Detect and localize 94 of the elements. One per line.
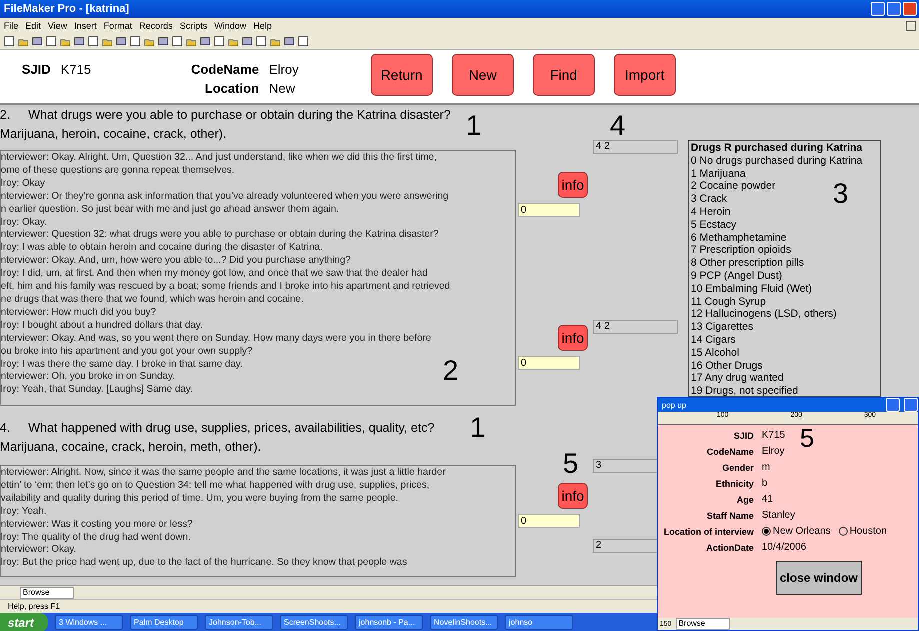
field-value: b <box>762 478 768 489</box>
field-value: Stanley <box>762 510 796 521</box>
field-label: SJID <box>734 430 754 440</box>
toolbar-icon[interactable] <box>74 36 85 46</box>
field-value: Elroy <box>269 62 299 77</box>
window-title: FileMaker Pro - [katrina] <box>4 3 130 15</box>
question-text: What drugs were you able to purchase or obtain during the Katrina disaster? <box>28 108 451 122</box>
toolbar-icon[interactable] <box>256 36 267 46</box>
toolbar-icon[interactable] <box>46 36 57 46</box>
field-value: K715 <box>60 62 92 77</box>
toolbar-icon[interactable] <box>214 36 225 46</box>
annotation-number: 2 <box>443 357 459 385</box>
answer-field[interactable]: 4 2 <box>593 140 678 154</box>
action-button[interactable]: Return <box>370 54 433 96</box>
menu-item[interactable]: Help <box>253 20 272 30</box>
start-button[interactable]: start <box>0 613 48 631</box>
toolbar-icon[interactable] <box>158 36 169 46</box>
toolbar-icon[interactable] <box>242 36 253 46</box>
field-label: CodeName <box>191 62 260 77</box>
menu-item[interactable]: View <box>48 20 68 30</box>
toolbar-icon[interactable] <box>298 36 309 46</box>
toolbar-icon[interactable] <box>116 36 127 46</box>
taskbar-button[interactable]: NovelinShoots... <box>430 615 498 630</box>
toolbar-icon[interactable] <box>200 36 211 46</box>
field-label: Gender <box>722 462 754 472</box>
code-field[interactable]: 0 <box>518 356 580 370</box>
code-field[interactable]: 0 <box>518 514 580 528</box>
menu-item[interactable]: Window <box>214 20 246 30</box>
field-value: Elroy <box>762 446 785 457</box>
field-value: K715 <box>762 430 786 441</box>
field-value: 10/4/2006 <box>762 542 806 553</box>
radio-option[interactable]: New Orleans <box>762 526 831 537</box>
toolbar-icon[interactable] <box>172 36 183 46</box>
taskbar-button[interactable]: johnsonb - Pa... <box>355 615 424 630</box>
mode-dropdown[interactable]: Browse <box>20 586 74 598</box>
menu-item[interactable]: Scripts <box>180 20 208 30</box>
toolbar-icon[interactable] <box>4 36 15 46</box>
question-subtext: Marijuana, heroin, cocaine, crack, other). <box>0 126 226 143</box>
toolbar-icon[interactable] <box>88 36 99 46</box>
question-text: What happened with drug use, supplies, prices, availabilities, quality, etc? <box>28 421 435 435</box>
field-label: CodeName <box>706 446 754 456</box>
restore-button[interactable] <box>906 20 916 30</box>
annotation-number: 5 <box>800 425 814 451</box>
radio-icon[interactable] <box>838 527 848 536</box>
toolbar-icon[interactable] <box>32 36 43 46</box>
field-label: Ethnicity <box>716 478 754 488</box>
popup-title: pop up <box>662 400 688 410</box>
menu-item[interactable]: Insert <box>74 20 97 30</box>
close-button[interactable] <box>903 2 917 16</box>
annotation-number: 3 <box>833 180 849 208</box>
field-value: 41 <box>762 494 774 505</box>
question-subtext: Marijuana, cocaine, crack, heroin, meth, other). <box>0 439 262 456</box>
maximize-button[interactable] <box>887 2 901 16</box>
action-button[interactable]: New <box>452 54 514 96</box>
taskbar-button[interactable]: ScreenShoots... <box>280 615 348 630</box>
field-label: Location of interview <box>664 526 754 536</box>
taskbar-button[interactable]: Johnson-Tob... <box>205 615 274 630</box>
menu-item[interactable]: Edit <box>26 20 42 30</box>
taskbar-button[interactable]: Palm Desktop <box>130 615 198 630</box>
minimize-button[interactable] <box>871 2 885 16</box>
menu-item[interactable]: Records <box>139 20 173 30</box>
answer-field[interactable]: 4 2 <box>593 320 678 334</box>
taskbar-button[interactable]: 3 Windows ... <box>55 615 124 630</box>
field-value: New <box>269 81 296 96</box>
field-label: Location <box>204 81 260 96</box>
radio-icon[interactable] <box>762 527 771 536</box>
transcript-field[interactable]: nterviewer: Alright. Now, since it was the same people and the same locations, it was just a little harder ettin’ to ‘em; then let’s go on to Question 34: tell me what happened with drug use, supplies, prices, vailability and quality during this period of time. Um, you were buying from the same people. lroy: Yeah. nterviewer: Was it costing you more or less? lroy: The quality of the drug had went down. nterviewer: Okay. lroy: But the price had went up, due to the fact of the hurricane. So they know that people was <box>0 465 516 577</box>
annotation-number: 1 <box>466 112 482 140</box>
close-window-button[interactable]: close window <box>776 561 862 595</box>
toolbar-icon[interactable] <box>284 36 295 46</box>
minimize-button[interactable] <box>886 398 900 412</box>
info-button[interactable]: info <box>558 325 588 351</box>
question-number: 4. <box>0 421 10 435</box>
field-label: Staff Name <box>706 510 754 520</box>
annotation-number: 5 <box>563 450 579 478</box>
field-label: ActionDate <box>706 542 754 552</box>
maximize-button[interactable] <box>904 398 918 412</box>
toolbar-icon[interactable] <box>130 36 141 46</box>
annotation-number: 1 <box>470 414 486 442</box>
field-value: m <box>762 462 770 473</box>
menu-item[interactable]: File <box>4 20 19 30</box>
info-button[interactable]: info <box>558 483 588 509</box>
taskbar-button[interactable]: johnso <box>505 615 574 630</box>
question-number: 2. <box>0 108 10 122</box>
info-button[interactable]: info <box>558 172 588 198</box>
action-button[interactable]: Import <box>614 54 676 96</box>
code-field[interactable]: 0 <box>518 203 580 217</box>
radio-option[interactable]: Houston <box>838 526 888 537</box>
action-button[interactable]: Find <box>532 54 595 96</box>
mode-dropdown[interactable]: Browse <box>676 618 730 630</box>
menu-item[interactable]: Format <box>104 20 132 30</box>
field-label: SJID <box>22 62 51 77</box>
field-label: Age <box>736 494 754 504</box>
annotation-number: 4 <box>610 112 626 140</box>
